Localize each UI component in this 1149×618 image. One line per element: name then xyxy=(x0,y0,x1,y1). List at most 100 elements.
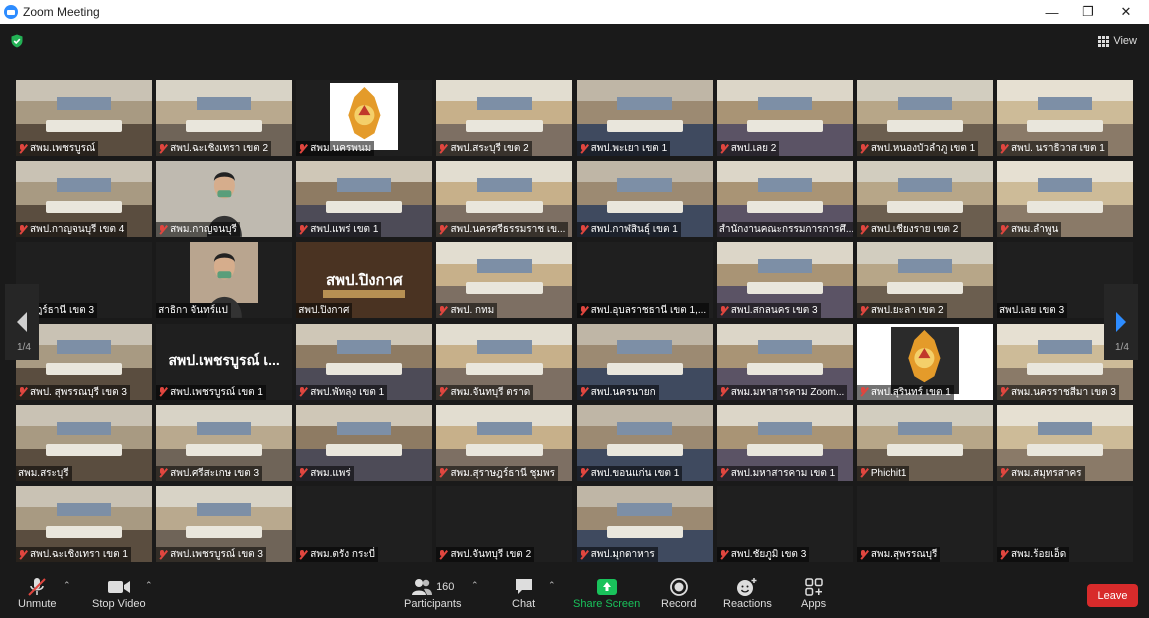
participant-tile[interactable]: สพป.นครศรีธรรมราช เข... xyxy=(436,161,573,238)
participant-tile[interactable]: สพป.ชัยภูมิ เขต 3 xyxy=(716,486,853,562)
leave-button[interactable]: Leave xyxy=(1087,584,1138,607)
participant-tile[interactable]: สพป.กาญจนบุรี เขต 4 xyxy=(16,161,152,238)
mic-muted-icon xyxy=(298,387,307,397)
mic-muted-icon xyxy=(18,549,27,560)
mic-muted-icon xyxy=(158,468,167,478)
participants-button[interactable]: 160 Participants xyxy=(404,576,461,610)
participant-tile[interactable]: สพป.หนองบัวลำภู เขต 1 xyxy=(856,80,993,156)
close-button[interactable]: ✕ xyxy=(1108,0,1144,24)
participant-tile[interactable]: สพป.สุรินทร์ เขต 1 xyxy=(856,323,993,400)
participant-tile[interactable]: สพป.เชียงราย เขต 2 xyxy=(856,161,993,238)
participant-tile[interactable]: สพม.ตรัง กระบี่ xyxy=(296,486,433,562)
participant-tile[interactable]: สพม.ร้อยเอ็ด xyxy=(997,486,1134,562)
participant-tile[interactable]: สพป.อุบลราชธานี เขต 1,... xyxy=(576,242,713,319)
participant-name-label: สพม.ลำพูน xyxy=(997,222,1062,238)
participant-tile[interactable]: สพม.มหาสารคาม Zoom... xyxy=(716,323,853,400)
mic-muted-icon xyxy=(158,143,167,154)
mic-muted-icon xyxy=(719,468,728,478)
participant-name: สพป.แพร่ เขต 1 xyxy=(310,224,379,236)
participant-tile[interactable]: สพป.ศรีสะเกษ เขต 3 xyxy=(156,404,293,481)
participant-name: สพป.นครนายก xyxy=(590,386,656,398)
participant-name-label: สพป.มุกดาหาร xyxy=(576,547,658,562)
participant-tile[interactable]: สพป.เพชรบูรณ์ เ... สพป.เพชรบูรณ์ เขต 1 xyxy=(156,323,293,400)
share-screen-button[interactable]: Share Screen xyxy=(573,576,640,610)
participant-tile[interactable]: สพป.มุกดาหาร xyxy=(576,486,713,562)
mic-muted-icon xyxy=(298,224,307,235)
participant-name: สพป.เชียงราย เขต 2 xyxy=(870,224,959,236)
record-label: Record xyxy=(661,598,697,610)
participants-label: Participants xyxy=(404,598,462,610)
participant-tile[interactable]: สพป.กาฬสินธุ์ เขต 1 xyxy=(576,161,713,238)
participant-tile[interactable]: สาธิกา จันทร์แป xyxy=(156,242,293,319)
minimize-button[interactable]: — xyxy=(1034,0,1070,24)
participant-tile[interactable]: สพม.สระบุรี xyxy=(16,404,152,481)
audio-options-chevron-icon[interactable]: ⌃ xyxy=(63,580,71,591)
participant-tile[interactable]: สพป.แพร่ เขต 1 xyxy=(296,161,433,238)
participant-name: สพป.หนองบัวลำภู เขต 1 xyxy=(870,143,976,154)
participant-name-label: สพป.กาญจนบุรี เขต 4 xyxy=(16,222,128,238)
mic-muted-icon xyxy=(999,549,1008,560)
participant-tile[interactable]: สพป.นครนายก xyxy=(576,323,713,400)
participant-tile[interactable]: สพม.ลำพูน xyxy=(997,161,1134,238)
maximize-button[interactable]: ❐ xyxy=(1070,0,1106,24)
chat-options-chevron-icon[interactable]: ⌃ xyxy=(548,580,556,591)
participant-tile[interactable]: สพป.ฉะเชิงเทรา เขต 1 xyxy=(16,486,152,562)
participant-tile[interactable]: สพป.พัทลุง เขต 1 xyxy=(296,323,433,400)
participant-tile[interactable]: สพม.เพชรบูรณ์ xyxy=(16,80,152,156)
participant-name: สพป.กาญจนบุรี เขต 4 xyxy=(30,224,125,236)
participant-tile[interactable]: สพป.สระบุรี เขต 2 xyxy=(436,80,573,156)
participant-name-label: สพป. สุพรรณบุรี เขต 3 xyxy=(16,384,130,400)
participant-name-label: สพป.กาฬสินธุ์ เขต 1 xyxy=(576,222,681,238)
participant-tile[interactable]: สพป.สกลนคร เขต 3 xyxy=(716,242,853,319)
participants-icon xyxy=(412,579,433,595)
participant-name-label: สพม.จันทบุรี ตราด xyxy=(436,384,534,400)
participant-tile[interactable]: สพป.มหาสารคาม เขต 1 xyxy=(716,404,853,481)
apps-icon xyxy=(804,578,823,596)
mic-muted-icon xyxy=(298,468,307,478)
record-button[interactable]: Record xyxy=(661,576,696,610)
participant-tile[interactable]: สพป.จันทบุรี เขต 2 xyxy=(436,486,573,562)
participant-name-label: สพป.ยะลา เขต 2 xyxy=(856,303,947,319)
participant-tile[interactable]: สพม.นครพนม xyxy=(296,80,433,156)
mic-muted-icon xyxy=(298,549,307,560)
share-screen-label: Share Screen xyxy=(573,598,641,610)
participant-tile[interactable]: Phichit1 xyxy=(856,404,993,481)
shield-check-icon[interactable] xyxy=(10,34,24,48)
participant-tile[interactable]: สพป.ยะลา เขต 2 xyxy=(856,242,993,319)
apps-button[interactable]: Apps xyxy=(801,576,826,610)
participant-name-label: สพป.เพชรบูรณ์ เขต 3 xyxy=(156,547,266,562)
reactions-button[interactable]: Reactions xyxy=(723,576,772,610)
participant-tile[interactable]: สำนักงานคณะกรรมการการศึ... xyxy=(716,161,853,238)
participant-tile[interactable]: สพม.สุราษฎร์ธานี ชุมพร xyxy=(436,404,573,481)
participants-options-chevron-icon[interactable]: ⌃ xyxy=(471,580,479,591)
participant-tile[interactable]: สพป.เลย 2 xyxy=(716,80,853,156)
participant-tile[interactable]: สพป.ปิงกาศ สพป.ปิงกาศ xyxy=(296,242,433,319)
participant-tile[interactable]: สพม.สมุทรสาคร xyxy=(997,404,1134,481)
mic-muted-icon xyxy=(158,387,167,397)
grid-icon xyxy=(1098,35,1110,47)
participant-tile[interactable]: สพม.สุพรรณบุรี xyxy=(856,486,993,562)
participant-tile[interactable]: สพป.ฉะเชิงเทรา เขต 2 xyxy=(156,80,293,156)
participant-name-label: สพป.มหาสารคาม เขต 1 xyxy=(716,465,839,481)
participant-tile[interactable]: สพป.พะเยา เขต 1 xyxy=(576,80,713,156)
participant-tile[interactable]: สพป.ขอนแก่น เขต 1 xyxy=(576,404,713,481)
participant-tile[interactable]: สพป. นราธิวาส เขต 1 xyxy=(997,80,1134,156)
mic-muted-icon xyxy=(579,468,588,478)
stop-video-button[interactable]: Stop Video xyxy=(92,576,146,610)
participant-name-label: สพป.นครนายก xyxy=(576,384,659,400)
video-options-chevron-icon[interactable]: ⌃ xyxy=(145,580,153,591)
mic-muted-icon xyxy=(999,224,1008,235)
stop-video-label: Stop Video xyxy=(92,598,146,610)
participant-tile[interactable]: สพม.กาญจนบุรี xyxy=(156,161,293,238)
participant-tile[interactable]: สพม.จันทบุรี ตราด xyxy=(436,323,573,400)
participant-tile[interactable]: สพป.เพชรบูรณ์ เขต 3 xyxy=(156,486,293,562)
participant-tile[interactable]: สพป. กทม xyxy=(436,242,573,319)
unmute-button[interactable]: Unmute xyxy=(18,576,57,610)
chat-button[interactable]: Chat xyxy=(512,576,535,610)
participant-name-label: สพม.สระบุรี xyxy=(16,465,72,481)
participant-name: สพม.จันทบุรี ตราด xyxy=(450,386,531,398)
mic-muted-icon xyxy=(719,305,728,316)
participant-tile[interactable]: สพม.แพร่ xyxy=(296,404,433,481)
participant-name: สพป.อุบลราชธานี เขต 1,... xyxy=(590,305,707,317)
view-button[interactable]: View xyxy=(1098,32,1137,50)
